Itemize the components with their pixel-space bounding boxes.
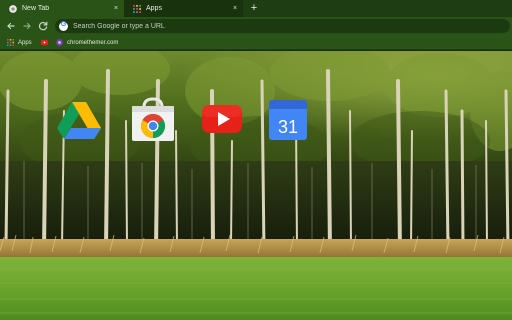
apps-grid-icon <box>7 39 14 46</box>
apps-grid-icon <box>133 4 141 13</box>
toolbar <box>0 17 512 35</box>
youtube-icon <box>41 39 48 46</box>
tab-title: New Tab <box>22 5 50 12</box>
bookmark-youtube[interactable] <box>41 37 52 48</box>
tab-strip: New Tab × Apps × + <box>0 0 512 17</box>
forest-background-image <box>0 51 512 320</box>
app-chrome-web-store[interactable] <box>130 97 176 143</box>
chrome-web-store-icon <box>132 97 174 141</box>
tab-close-button[interactable]: × <box>230 5 240 12</box>
tab-close-button[interactable]: × <box>111 5 121 12</box>
forward-button[interactable] <box>20 19 34 33</box>
reload-button[interactable] <box>36 19 50 33</box>
app-youtube[interactable] <box>200 97 246 143</box>
new-tab-button[interactable]: + <box>247 1 261 15</box>
forward-arrow-icon <box>23 22 31 30</box>
chrome-icon <box>9 4 17 13</box>
calendar-day: 31 <box>278 117 298 137</box>
bookmark-chromethemer[interactable]: chromethemer.com <box>56 37 118 48</box>
omnibox[interactable] <box>55 19 510 33</box>
google-icon <box>59 21 68 31</box>
back-arrow-icon <box>7 22 15 30</box>
app-google-drive[interactable] <box>56 97 102 143</box>
bookmarks-bar: Apps chromethemer.com <box>0 35 512 50</box>
tab-title: Apps <box>146 5 162 12</box>
google-drive-icon <box>57 102 101 139</box>
reload-icon <box>38 21 48 31</box>
google-calendar-icon: 31 <box>269 100 307 140</box>
bookmark-label: chromethemer.com <box>67 39 119 46</box>
youtube-icon <box>202 105 242 133</box>
chromethemer-icon <box>56 39 63 46</box>
omnibox-input[interactable] <box>73 22 493 30</box>
app-google-calendar[interactable]: 31 <box>266 97 312 143</box>
new-tab-page: 31 <box>0 51 512 320</box>
tab-new-tab[interactable]: New Tab × <box>0 0 124 17</box>
bookmark-apps[interactable]: Apps <box>7 37 32 48</box>
back-button[interactable] <box>4 19 18 33</box>
bookmark-label: Apps <box>18 39 32 46</box>
tab-apps[interactable]: Apps × <box>124 0 243 17</box>
